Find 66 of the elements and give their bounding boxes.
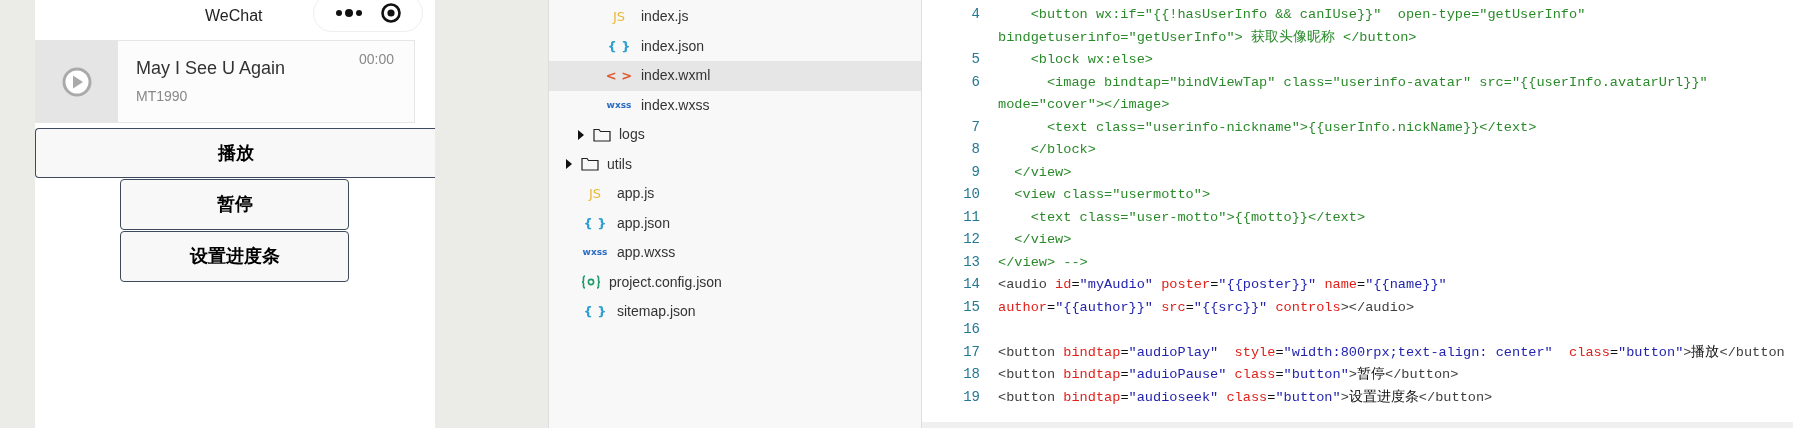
line-number: 12 — [963, 231, 980, 248]
line-number: 9 — [971, 163, 980, 180]
file-tree-item[interactable]: { } sitemap.json — [549, 297, 921, 327]
line-number: 5 — [971, 51, 980, 68]
line-number: 4 — [971, 6, 980, 23]
file-type-icon: { } — [581, 305, 609, 319]
line-number: 19 — [963, 388, 980, 405]
audio-time: 00:00 — [358, 50, 394, 69]
folder-icon — [593, 127, 611, 142]
line-number: 15 — [963, 298, 980, 315]
audio-name: May I See U Again — [136, 57, 286, 80]
line-number: 17 — [963, 343, 980, 360]
code-line: bindgetuserinfo="getUserInfo"> 获取头像昵称 </button> — [998, 29, 1417, 45]
file-type-icon: JS — [605, 10, 633, 24]
code-line: <button wx:if="{{!hasUserInfo && canIUse}}" open-type="getUserInfo" — [1029, 7, 1586, 23]
file-tree-item[interactable]: logs — [549, 120, 921, 150]
line-number: 16 — [963, 321, 980, 338]
code-line: <audio id="myAudio" poster="{{poster}}" name="{{name}}" — [998, 277, 1447, 293]
target-icon[interactable] — [379, 2, 402, 24]
file-tree-item[interactable]: project.config.json — [549, 267, 921, 297]
code-line: <text class="userinfo-nickname">{{userInfo.nickName}}</text> — [1045, 119, 1537, 135]
action-button[interactable]: 播放 — [35, 128, 435, 178]
code-line: </view> --> — [998, 254, 1088, 270]
folder-icon — [581, 157, 599, 172]
file-type-icon: wxss — [605, 100, 633, 110]
file-type-icon: { } — [605, 39, 633, 53]
file-type-icon: { } — [581, 216, 609, 230]
code-line: </view> — [1013, 232, 1072, 248]
gear-braces-icon — [581, 275, 601, 290]
file-type-icon: wxss — [581, 248, 609, 258]
code-line: <view class="usermotto"> — [1013, 187, 1211, 203]
file-tree-item[interactable]: JS index.js — [549, 2, 921, 32]
file-tree-item[interactable]: JS app.js — [549, 179, 921, 209]
line-number: 14 — [963, 276, 980, 293]
file-tree-item[interactable]: { } app.json — [549, 208, 921, 238]
code-line: </view> — [1013, 164, 1072, 180]
code-line: <button bindtap="audioseek" class="button">设置进度条</button> — [998, 389, 1493, 405]
file-type-icon: JS — [581, 187, 609, 201]
action-button[interactable]: 暂停 — [120, 179, 349, 230]
file-type-icon: < > — [605, 69, 633, 83]
code-line: mode="cover"></image> — [998, 97, 1170, 113]
audio-author: MT1990 — [136, 86, 189, 106]
more-dots-icon[interactable] — [334, 8, 363, 18]
window-title: WeChat — [205, 6, 263, 26]
line-number: 11 — [963, 208, 980, 225]
caret-right-icon — [565, 159, 573, 170]
code-line: <block wx:else> — [1029, 52, 1153, 68]
caret-right-icon — [577, 129, 585, 140]
code-line: <button bindtap="audioPlay" style="width:800rpx;text-align: center" class="button">播放</button — [998, 344, 1785, 360]
code-line: <button bindtap="aduioPause" class="button">暂停</button> — [998, 367, 1459, 383]
action-button[interactable]: 设置进度条 — [120, 231, 349, 282]
line-number: 10 — [963, 186, 980, 203]
code-line: </block> — [1029, 142, 1096, 158]
line-number: 6 — [971, 73, 980, 90]
file-tree-item[interactable]: < > index.wxml — [549, 61, 921, 91]
file-tree-item[interactable]: wxss index.wxss — [549, 90, 921, 120]
line-number: 7 — [971, 118, 980, 135]
code-line: <image bindtap="bindViewTap" class="userinfo-avatar" src="{{userInfo.avatarUrl}}" — [1045, 74, 1708, 90]
line-number: 13 — [963, 253, 980, 270]
file-tree-item[interactable]: wxss app.wxss — [549, 238, 921, 268]
line-number: 18 — [963, 366, 980, 383]
line-number: 8 — [971, 141, 980, 158]
code-line: <text class="user-motto">{{motto}}</text> — [1029, 209, 1366, 225]
file-tree-item[interactable]: { } index.json — [549, 31, 921, 61]
file-tree-item[interactable]: utils — [549, 149, 921, 179]
code-line: author="{{author}}" src="{{src}}" controls></audio> — [998, 299, 1415, 315]
